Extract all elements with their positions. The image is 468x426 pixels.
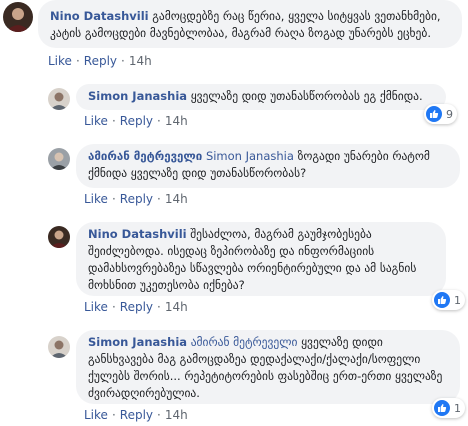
timestamp[interactable]: 14h: [165, 114, 188, 128]
comment-actions: Like · Reply · 14h: [84, 408, 188, 422]
avatar[interactable]: [48, 226, 70, 248]
comment-author[interactable]: Nino Datashvili: [50, 9, 149, 23]
reaction-number: 9: [446, 107, 453, 121]
reply-mention[interactable]: Simon Janashia: [206, 149, 294, 163]
avatar[interactable]: [48, 88, 70, 110]
like-icon: [426, 106, 442, 122]
comment-text: ყველაზე დიდ უთანასწორობას ეგ ქმნიდა.: [190, 89, 423, 103]
comment-author[interactable]: Nino Datashvili: [88, 227, 187, 241]
reaction-count[interactable]: 1: [432, 398, 465, 418]
like-link[interactable]: Like: [84, 192, 108, 206]
like-icon: [434, 292, 450, 308]
reply-link[interactable]: Reply: [120, 300, 153, 314]
reply-link[interactable]: Reply: [120, 192, 153, 206]
comment-bubble: Simon Janashia ამირან მეტრეველი ყველაზე …: [76, 330, 460, 404]
reaction-number: 1: [454, 293, 461, 307]
like-link[interactable]: Like: [84, 408, 108, 422]
timestamp[interactable]: 14h: [165, 408, 188, 422]
avatar[interactable]: [3, 2, 33, 32]
timestamp[interactable]: 14h: [165, 192, 188, 206]
comment-actions: Like · Reply · 14h: [84, 300, 188, 314]
reply-link[interactable]: Reply: [120, 408, 153, 422]
like-link[interactable]: Like: [84, 300, 108, 314]
like-icon: [434, 400, 450, 416]
reply-link[interactable]: Reply: [84, 54, 117, 68]
comment-bubble: ამირან მეტრეველი Simon Janashia ზოგადი უ…: [76, 144, 460, 188]
avatar[interactable]: [48, 148, 70, 170]
reaction-count[interactable]: 9: [424, 104, 457, 124]
like-link[interactable]: Like: [48, 54, 72, 68]
comment-actions: Like · Reply · 14h: [84, 114, 188, 128]
comment-actions: Like · Reply · 14h: [84, 192, 188, 206]
reply-link[interactable]: Reply: [120, 114, 153, 128]
comment-bubble: Simon Janashia ყველაზე დიდ უთანასწორობას…: [76, 84, 446, 110]
comment-author[interactable]: Simon Janashia: [88, 89, 187, 103]
comment-actions: Like · Reply · 14h: [48, 54, 152, 68]
comment-bubble: Nino Datashvili გამოცდებზე რაც წერია, ყვ…: [38, 0, 462, 48]
reply-mention[interactable]: ამირან მეტრეველი: [191, 335, 298, 349]
timestamp[interactable]: 14h: [165, 300, 188, 314]
like-link[interactable]: Like: [84, 114, 108, 128]
reaction-number: 1: [454, 401, 461, 415]
comment-bubble: Nino Datashvili შესაძლოა, მაგრამ გაუმჯობ…: [76, 222, 446, 296]
timestamp[interactable]: 14h: [129, 54, 152, 68]
reaction-count[interactable]: 1: [432, 290, 465, 310]
comment-author[interactable]: ამირან მეტრეველი: [88, 149, 202, 163]
avatar[interactable]: [48, 336, 70, 358]
comment-author[interactable]: Simon Janashia: [88, 335, 187, 349]
